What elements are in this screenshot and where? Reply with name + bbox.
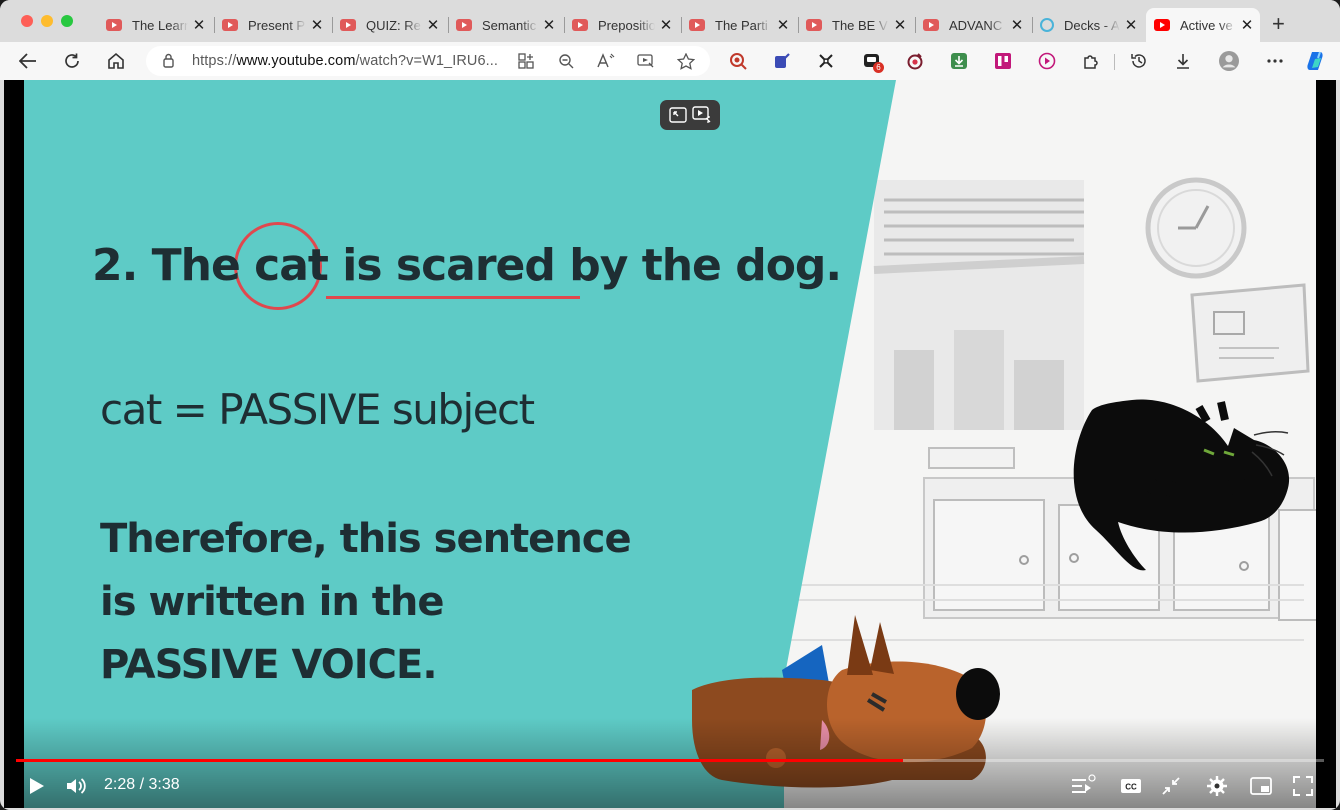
toolbar: https://www.youtube.com/watch?v=W1_IRU6.…	[0, 42, 1340, 80]
arrows-extension-icon[interactable]	[816, 51, 836, 71]
new-tab-button[interactable]: +	[1272, 13, 1285, 35]
browser-tab[interactable]: QUIZ: Re ✕	[332, 8, 446, 42]
autoplay-toggle[interactable]	[1070, 773, 1096, 799]
tab-close-icon[interactable]: ✕	[542, 16, 556, 34]
reload-icon[interactable]	[62, 51, 82, 71]
read-aloud-icon[interactable]	[596, 51, 616, 71]
download-extension-icon[interactable]	[949, 51, 969, 71]
url-text[interactable]: https://www.youtube.com/watch?v=W1_IRU6.…	[192, 53, 498, 69]
tab-close-icon[interactable]: ✕	[659, 16, 673, 34]
youtube-icon	[222, 19, 238, 31]
progress-played	[16, 759, 903, 762]
tab-close-icon[interactable]: ✕	[192, 16, 206, 34]
video-frame: 2. The cat is scared by the dog. cat = P…	[24, 80, 1316, 808]
close-window-button[interactable]	[21, 15, 33, 27]
miniplayer-button[interactable]	[1248, 773, 1274, 799]
conclusion-line: is written in the	[100, 579, 444, 625]
tab-close-icon[interactable]: ✕	[1124, 16, 1138, 34]
browser-tab[interactable]: The Learn ✕	[98, 8, 212, 42]
subject-explanation: cat = PASSIVE subject	[100, 385, 535, 434]
tab-label: Active ve	[1180, 17, 1233, 33]
youtube-icon	[1154, 19, 1170, 31]
history-icon[interactable]	[1129, 51, 1149, 71]
back-icon[interactable]	[18, 51, 38, 71]
more-options-icon[interactable]	[1265, 51, 1285, 71]
zoom-window-button[interactable]	[61, 15, 73, 27]
youtube-icon	[923, 19, 939, 31]
browser-window: The Learn ✕ Present P ✕ QUIZ: Re ✕ Semantic ✕ Pr…	[0, 0, 1340, 810]
video-player[interactable]: 2. The cat is scared by the dog. cat = P…	[4, 80, 1336, 808]
youtube-icon	[572, 19, 588, 31]
notification-badge: 6	[873, 62, 884, 73]
tab-strip: The Learn ✕ Present P ✕ QUIZ: Re ✕ Semantic ✕ Pr…	[0, 0, 1340, 44]
address-bar[interactable]: https://www.youtube.com/watch?v=W1_IRU6.…	[146, 46, 710, 76]
verb-underline-highlight	[326, 296, 580, 299]
zoom-icon[interactable]	[556, 51, 576, 71]
subtitles-button[interactable]: CC	[1118, 773, 1144, 799]
profile-avatar-icon[interactable]	[1219, 51, 1239, 71]
video-enhance-icon[interactable]	[691, 106, 712, 124]
home-icon[interactable]	[106, 51, 126, 71]
board-extension-icon[interactable]	[993, 51, 1013, 71]
tab-close-icon[interactable]: ✕	[426, 16, 440, 34]
decks-icon	[1040, 18, 1054, 32]
tab-label: ADVANC	[949, 17, 1003, 33]
apps-grid-icon[interactable]	[516, 51, 536, 71]
youtube-icon	[806, 19, 822, 31]
example-sentence: 2. The cat is scared by the dog.	[92, 240, 842, 291]
tab-label: The Parti	[715, 17, 768, 33]
fullscreen-button[interactable]	[1290, 773, 1316, 799]
favorite-star-icon[interactable]	[676, 51, 696, 71]
tab-label: QUIZ: Re	[366, 17, 421, 33]
extensions-puzzle-icon[interactable]	[1081, 51, 1101, 71]
minimize-window-button[interactable]	[41, 15, 53, 27]
search-extension-icon[interactable]	[728, 51, 748, 71]
browser-tab[interactable]: Decks - A ✕	[1032, 8, 1144, 42]
record-extension-icon[interactable]	[905, 51, 925, 71]
picture-in-picture-icon[interactable]	[668, 107, 687, 123]
browser-tab[interactable]: Active ve ✕	[1146, 8, 1260, 42]
downloads-icon[interactable]	[1173, 51, 1193, 71]
browser-tab[interactable]: Semantic ✕	[448, 8, 562, 42]
tab-close-icon[interactable]: ✕	[310, 16, 324, 34]
youtube-icon	[689, 19, 705, 31]
browser-tab[interactable]: ADVANC ✕	[915, 8, 1030, 42]
play-extension-icon[interactable]	[1037, 51, 1057, 71]
screen-cast-icon[interactable]	[636, 51, 656, 71]
browser-tab[interactable]: The Parti ✕	[681, 8, 796, 42]
conclusion-line: Therefore, this sentence	[100, 516, 632, 562]
tab-label: Decks - A	[1064, 17, 1120, 33]
tab-label: Semantic	[482, 17, 537, 33]
conclusion-text: Therefore, this sentence is written in t…	[100, 508, 632, 697]
settings-gear-icon[interactable]	[1204, 773, 1230, 799]
play-button[interactable]	[24, 773, 50, 799]
tab-close-icon[interactable]: ✕	[1010, 16, 1024, 34]
tab-label: The BE V	[832, 17, 888, 33]
progress-bar[interactable]	[16, 759, 1324, 762]
browser-tab[interactable]: Present P ✕	[214, 8, 330, 42]
youtube-icon	[106, 19, 122, 31]
browser-tab[interactable]: Prepositio ✕	[564, 8, 679, 42]
tab-label: The Learn	[132, 17, 188, 33]
tab-close-icon[interactable]: ✕	[776, 16, 790, 34]
time-display: 2:28 / 3:38	[104, 776, 180, 793]
lock-icon[interactable]	[163, 53, 174, 68]
volume-button[interactable]	[64, 773, 90, 799]
tab-close-icon[interactable]: ✕	[893, 16, 907, 34]
youtube-icon	[340, 19, 356, 31]
tab-close-icon[interactable]: ✕	[1240, 16, 1254, 34]
notifications-extension-icon[interactable]: 6	[862, 51, 884, 73]
conclusion-line: PASSIVE VOICE.	[100, 642, 438, 688]
youtube-icon	[456, 19, 472, 31]
toolbar-divider	[1114, 54, 1115, 70]
browser-tab[interactable]: The BE V ✕	[798, 8, 913, 42]
tab-label: Prepositio	[598, 17, 655, 33]
svg-text:CC: CC	[1125, 783, 1137, 792]
video-overlay-tools	[660, 100, 720, 130]
edit-extension-icon[interactable]	[772, 51, 792, 71]
copilot-icon[interactable]	[1305, 49, 1329, 73]
miniplayer-collapse-icon[interactable]	[1158, 773, 1184, 799]
tab-label: Present P	[248, 17, 306, 33]
